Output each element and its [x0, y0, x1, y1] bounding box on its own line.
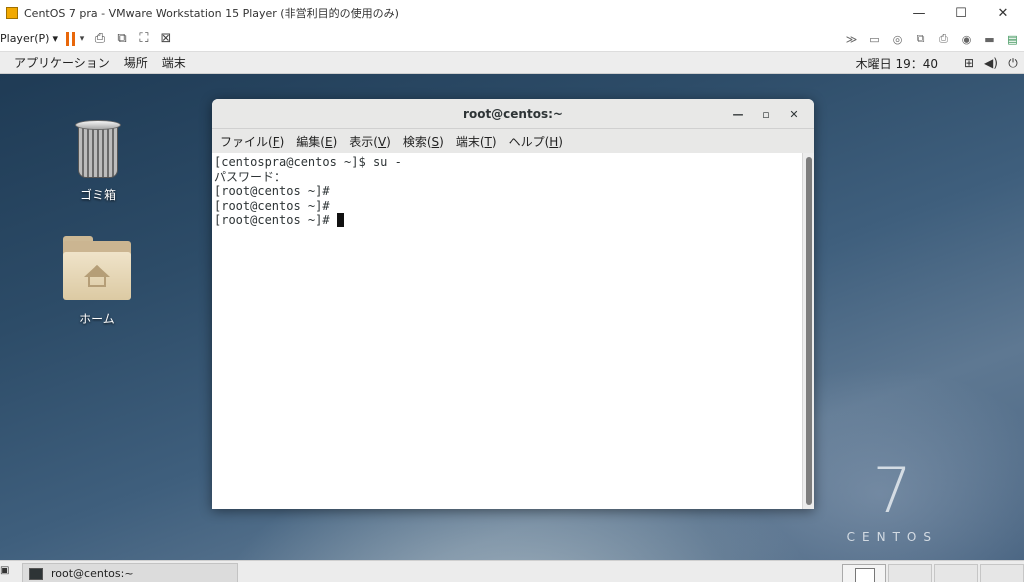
centos-logo-number: 7	[872, 454, 912, 527]
terminal-line: [root@centos ~]#	[214, 198, 330, 213]
usb-icon[interactable]: ▬	[978, 28, 1001, 50]
taskbar-item-terminal[interactable]: root@centos:~	[22, 563, 238, 582]
power-icon[interactable]: ⏻	[1002, 56, 1024, 71]
device-status-icons: ≫ ▭ ◎ ⧉ ⎙ ◉ ▬ ▤	[840, 26, 1024, 52]
workspace-1[interactable]	[842, 564, 886, 582]
vmware-app-icon	[6, 7, 18, 19]
fullscreen-icon[interactable]: ⛶	[133, 28, 155, 50]
terminal-app-menu[interactable]: 端末	[162, 54, 186, 71]
text-cursor	[336, 213, 344, 228]
menu-search[interactable]: 検索(S)	[397, 133, 450, 150]
minimize-button[interactable]: —	[898, 0, 940, 26]
home-label: ホーム	[79, 312, 115, 326]
trash-label: ゴミ箱	[79, 188, 116, 202]
sound-icon[interactable]: ◉	[955, 28, 978, 50]
unity-icon[interactable]: ⊠	[155, 28, 177, 50]
terminal-scrollbar[interactable]	[802, 153, 814, 509]
terminal-titlebar[interactable]: root@centos:~ — ▫ ✕	[212, 99, 814, 129]
player-menu-label: Player(P)	[0, 32, 50, 45]
trash-icon	[75, 120, 121, 178]
workspace-window-thumb	[855, 568, 875, 582]
printer-icon[interactable]: ⎙	[932, 28, 955, 50]
network-wired-icon[interactable]: ⊞	[958, 56, 980, 70]
network-icon[interactable]: ⧉	[909, 28, 932, 50]
menu-help[interactable]: ヘルプ(H)	[503, 133, 569, 150]
terminal-maximize-button[interactable]: ▫	[752, 108, 780, 121]
menu-edit[interactable]: 編集(E)	[290, 133, 343, 150]
workspace-4[interactable]	[980, 564, 1024, 582]
menu-file[interactable]: ファイル(F)	[214, 133, 290, 150]
home-desktop-icon[interactable]: ホーム	[57, 236, 137, 327]
chevron-down-icon: ▾	[52, 32, 58, 45]
places-label: 場所	[123, 56, 148, 70]
applications-menu[interactable]: アプリケーション	[14, 54, 110, 71]
terminal-prompt-line: [root@centos ~]#	[214, 213, 800, 228]
clock[interactable]: 木曜日 19：40	[856, 55, 938, 72]
house-icon	[82, 265, 112, 287]
close-button[interactable]: ✕	[982, 0, 1024, 26]
harddisk-icon[interactable]: ▭	[863, 28, 886, 50]
show-desktop-icon[interactable]: ▣	[0, 565, 12, 579]
terminal-close-button[interactable]: ✕	[780, 108, 808, 121]
scrollbar-thumb[interactable]	[806, 157, 812, 505]
terminal-minimize-button[interactable]: —	[724, 108, 752, 121]
terminal-title: root@centos:~	[463, 106, 563, 121]
workspace-2[interactable]	[888, 564, 932, 582]
trash-desktop-icon[interactable]: ゴミ箱	[58, 120, 138, 203]
applications-label: アプリケーション	[14, 56, 110, 70]
volume-icon[interactable]: ◀)	[980, 56, 1002, 70]
vmware-titlebar: CentOS 7 pra - VMware Workstation 15 Pla…	[0, 0, 1024, 26]
pause-dropdown-icon[interactable]: ▾	[75, 28, 89, 50]
vmware-window-title: CentOS 7 pra - VMware Workstation 15 Pla…	[24, 7, 399, 20]
terminal-window[interactable]: root@centos:~ — ▫ ✕ ファイル(F) 編集(E) 表示(V) …	[212, 99, 814, 509]
terminal-output[interactable]: [centospra@centos ~]$ su - パスワード： [root@…	[212, 153, 802, 509]
terminal-line: パスワード：	[214, 169, 287, 184]
send-ctrl-alt-del-icon[interactable]: ⎙	[89, 28, 111, 50]
gnome-top-bar: アプリケーション 場所 端末 木曜日 19：40 ⊞ ◀) ⏻	[0, 52, 1024, 74]
pause-icon[interactable]	[65, 31, 75, 46]
more-icon[interactable]: ≫	[840, 28, 863, 50]
taskbar-item-label: root@centos:~	[51, 567, 134, 580]
terminal-line: [centospra@centos ~]$ su -	[214, 155, 402, 169]
maximize-button[interactable]: ☐	[940, 0, 982, 26]
terminal-app-label: 端末	[161, 56, 186, 70]
terminal-prompt: [root@centos ~]#	[214, 213, 337, 228]
terminal-line: [root@centos ~]#	[214, 184, 330, 199]
display-icon[interactable]: ▤	[1001, 28, 1024, 50]
window-controls: — ☐ ✕	[898, 0, 1024, 26]
gnome-window-list: ▣ root@centos:~	[0, 560, 1024, 582]
menu-view[interactable]: 表示(V)	[343, 133, 397, 150]
terminal-window-controls: — ▫ ✕	[724, 99, 808, 129]
places-menu[interactable]: 場所	[124, 54, 148, 71]
terminal-menubar: ファイル(F) 編集(E) 表示(V) 検索(S) 端末(T) ヘルプ(H)	[212, 129, 814, 153]
removable-devices-icon[interactable]: ⧉	[111, 28, 133, 50]
home-folder-icon	[63, 236, 131, 300]
cd-icon[interactable]: ◎	[886, 28, 909, 50]
player-menu[interactable]: Player(P) ▾	[0, 32, 58, 45]
vmware-toolbar: Player(P) ▾ ▾ ⎙ ⧉ ⛶ ⊠ ≫ ▭ ◎ ⧉ ⎙ ◉ ▬ ▤	[0, 26, 1024, 52]
menu-terminal[interactable]: 端末(T)	[450, 133, 503, 150]
terminal-icon	[29, 567, 43, 580]
system-status-area: 木曜日 19：40 ⊞ ◀) ⏻	[856, 52, 1024, 74]
workspace-3[interactable]	[934, 564, 978, 582]
centos-logo-text: CENTOS	[846, 530, 938, 544]
